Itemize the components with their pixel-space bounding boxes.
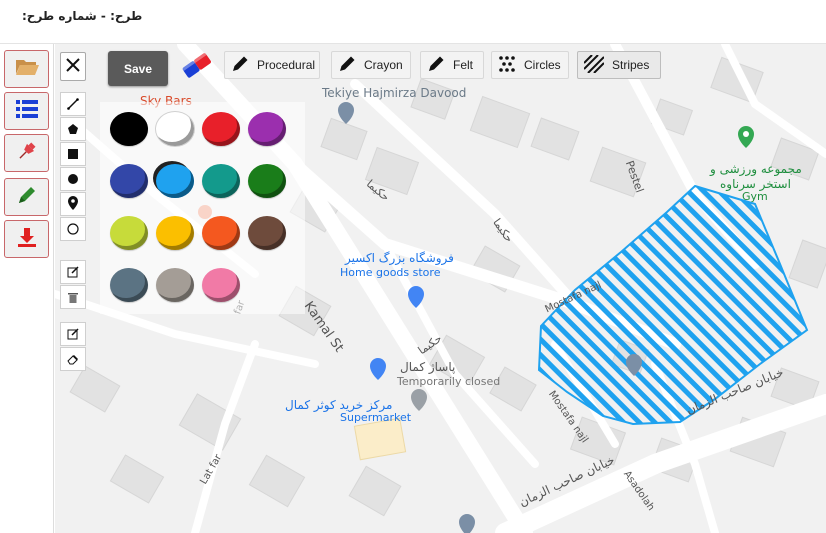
circle-filled-icon xyxy=(67,170,79,189)
color-swatch[interactable] xyxy=(110,268,148,302)
dots-icon xyxy=(498,55,516,76)
trash-icon xyxy=(67,288,79,307)
map-label-gym-en: Gym xyxy=(742,190,768,203)
brush-label: Crayon xyxy=(364,58,403,72)
left-sidebar xyxy=(0,44,54,533)
color-swatch[interactable] xyxy=(110,164,148,198)
save-button[interactable]: Save xyxy=(108,51,168,86)
circle-outline-icon xyxy=(67,220,79,239)
eraser-icon xyxy=(67,350,79,369)
brush-felt-button[interactable]: Felt xyxy=(420,51,484,79)
color-swatch[interactable] xyxy=(156,216,194,250)
color-swatch[interactable] xyxy=(202,268,240,302)
brush-label: Stripes xyxy=(612,58,650,72)
polygon-icon xyxy=(67,120,79,139)
rectangle-tool[interactable] xyxy=(60,142,86,166)
line-tool[interactable] xyxy=(60,92,86,116)
color-swatch[interactable] xyxy=(248,112,286,146)
color-palette xyxy=(100,102,305,314)
close-icon xyxy=(65,57,81,77)
map-label-store-en: Home goods store xyxy=(340,266,441,279)
brush-circles-button[interactable]: Circles xyxy=(491,51,569,79)
marker-tool[interactable] xyxy=(60,192,86,216)
color-swatch[interactable] xyxy=(202,216,240,250)
color-swatch[interactable] xyxy=(156,268,194,302)
map-label-markaz-en: Supermarket xyxy=(340,411,412,424)
map-label-pasaj-fa: پاساژ کمال xyxy=(400,360,456,374)
edit-layers-tool[interactable] xyxy=(60,260,86,284)
pencil-icon xyxy=(338,55,356,76)
map-label-tekiye: Tekiye Hajmirza Davood xyxy=(322,86,467,100)
color-swatch[interactable] xyxy=(248,164,286,198)
stripes-icon xyxy=(583,53,605,76)
color-swatch[interactable] xyxy=(110,216,148,250)
draw-button[interactable] xyxy=(4,178,49,216)
pencil-icon xyxy=(16,184,38,210)
map-label-gym-fa1: مجموعه ورزشی و xyxy=(710,162,802,176)
brush-crayon-button[interactable]: Crayon xyxy=(331,51,411,79)
download-icon xyxy=(16,226,38,252)
color-swatch[interactable] xyxy=(156,112,194,146)
pin-icon xyxy=(16,140,38,166)
color-swatch[interactable] xyxy=(202,112,240,146)
map-label-store-fa: فروشگاه بزرگ اکسیر xyxy=(345,251,454,265)
line-icon xyxy=(67,95,79,114)
list-icon xyxy=(15,99,38,123)
folder-open-icon xyxy=(14,57,40,81)
eraser-button[interactable] xyxy=(178,51,214,85)
color-swatch[interactable] xyxy=(248,216,286,250)
brush-procedural-button[interactable]: Procedural xyxy=(224,51,320,79)
list-button[interactable] xyxy=(4,92,49,130)
rectangle-icon xyxy=(67,145,79,164)
app-window: طرح: - شماره طرح: Sky Bars Tekiye Hajmir… xyxy=(0,0,826,533)
brush-label: Circles xyxy=(524,58,561,72)
map-label-gym-fa2: استخر سرناوه xyxy=(720,177,791,191)
brush-stripes-button[interactable]: Stripes xyxy=(577,51,661,79)
circle-marker-tool[interactable] xyxy=(60,217,86,241)
pencil-icon xyxy=(427,55,445,76)
edit-icon xyxy=(67,325,79,344)
color-swatch[interactable] xyxy=(110,112,148,146)
download-button[interactable] xyxy=(4,220,49,258)
eraser-icon xyxy=(179,51,213,85)
circle-tool[interactable] xyxy=(60,167,86,191)
header-bar: طرح: - شماره طرح: xyxy=(0,0,826,44)
pin-button[interactable] xyxy=(4,134,49,172)
polygon-tool[interactable] xyxy=(60,117,86,141)
eraser-tool[interactable] xyxy=(60,347,86,371)
map-label-markaz-fa: مرکز خرید کوثر کمال xyxy=(285,398,393,412)
open-button[interactable] xyxy=(4,50,49,88)
edit-mode-tool[interactable] xyxy=(60,322,86,346)
brush-label: Felt xyxy=(453,58,474,72)
map-label-pasaj-status: Temporarily closed xyxy=(397,375,501,388)
edit-icon xyxy=(67,263,79,282)
drawing-tools xyxy=(60,52,87,374)
marker-icon xyxy=(67,195,79,214)
color-swatch[interactable] xyxy=(202,164,240,198)
color-swatch[interactable] xyxy=(156,164,194,198)
close-button[interactable] xyxy=(60,52,86,81)
delete-layers-tool[interactable] xyxy=(60,285,86,309)
brush-label: Procedural xyxy=(257,58,316,72)
page-title: طرح: - شماره طرح: xyxy=(22,9,143,23)
pencil-icon xyxy=(231,55,249,76)
